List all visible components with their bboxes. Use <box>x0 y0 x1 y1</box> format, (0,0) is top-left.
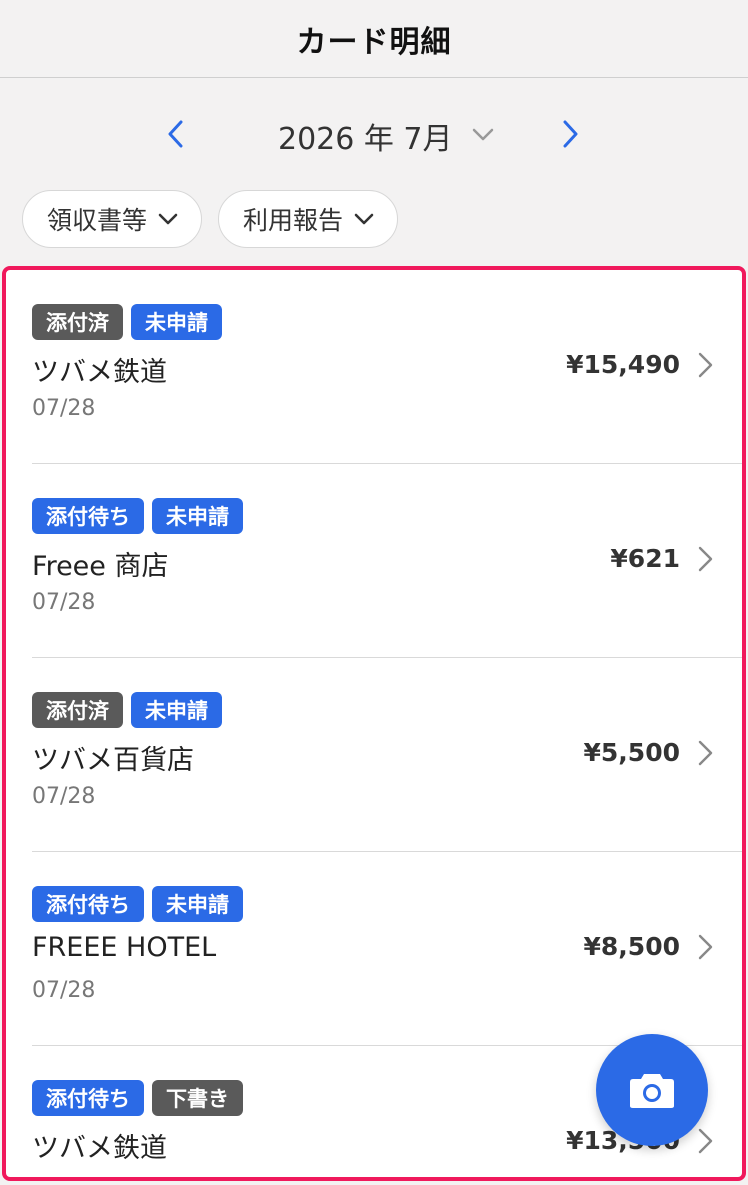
chevron-right-icon <box>698 934 713 960</box>
status-badges: 添付済 未申請 <box>32 304 222 340</box>
transaction-date: 07/28 <box>32 784 96 809</box>
status-badge: 未申請 <box>152 886 243 922</box>
chevron-right-icon <box>698 546 713 572</box>
transaction-row[interactable]: 添付待ち 未申請 FREEE HOTEL 07/28 ¥8,500 <box>6 852 742 1046</box>
transaction-amount: ¥621 <box>610 544 680 573</box>
transaction-row[interactable]: 添付待ち 未申請 Freee 商店 07/28 ¥621 <box>6 464 742 658</box>
chevron-down-icon <box>158 213 178 225</box>
chevron-down-icon[interactable] <box>470 122 496 148</box>
status-badges: 添付済 未申請 <box>32 692 222 728</box>
transaction-row[interactable]: 添付済 未申請 ツバメ百貨店 07/28 ¥5,500 <box>6 658 742 852</box>
status-badge: 添付済 <box>32 692 123 728</box>
status-badge: 未申請 <box>131 692 222 728</box>
chevron-right-icon <box>563 120 578 148</box>
filter-label: 利用報告 <box>243 206 344 235</box>
chevron-right-icon <box>698 740 713 766</box>
status-badge: 下書き <box>152 1080 243 1116</box>
page-title: カード明細 <box>296 24 452 60</box>
transaction-amount: ¥15,490 <box>566 350 680 379</box>
filter-receipts[interactable]: 領収書等 <box>22 190 203 248</box>
status-badge: 添付済 <box>32 304 123 340</box>
next-month-button[interactable] <box>552 116 588 152</box>
chevron-right-icon <box>698 1128 713 1154</box>
merchant-name: ツバメ鉄道 <box>32 357 167 388</box>
previous-month-button[interactable] <box>158 116 194 152</box>
status-badge: 添付待ち <box>32 886 144 922</box>
status-badge: 添付待ち <box>32 498 144 534</box>
status-badges: 添付待ち 未申請 <box>32 886 243 922</box>
camera-button[interactable] <box>596 1034 708 1146</box>
filter-usage-report[interactable]: 利用報告 <box>218 190 399 248</box>
status-badge: 添付待ち <box>32 1080 144 1116</box>
transaction-row[interactable]: 添付済 未申請 ツバメ鉄道 07/28 ¥15,490 <box>6 270 742 464</box>
status-badges: 添付待ち 未申請 <box>32 498 243 534</box>
merchant-name: ツバメ百貨店 <box>32 745 194 776</box>
filter-bar: 領収書等 利用報告 <box>22 190 399 250</box>
filter-label: 領収書等 <box>47 206 148 235</box>
merchant-name: ツバメ鉄道 <box>32 1133 167 1164</box>
status-badge: 未申請 <box>131 304 222 340</box>
month-navigator: 2026 年 7月 <box>0 104 748 164</box>
status-badges: 添付待ち 下書き <box>32 1080 243 1116</box>
transaction-date: 07/28 <box>32 396 96 421</box>
app-header: カード明細 <box>0 0 748 78</box>
chevron-down-icon <box>354 213 374 225</box>
status-badge: 未申請 <box>152 498 243 534</box>
transaction-date: 07/28 <box>32 978 96 1003</box>
month-label[interactable]: 2026 年 7月 <box>278 114 453 158</box>
chevron-left-icon <box>168 120 183 148</box>
transaction-date: 07/28 <box>32 590 96 615</box>
merchant-name: Freee 商店 <box>32 551 169 582</box>
chevron-right-icon <box>698 352 713 378</box>
merchant-name: FREEE HOTEL <box>32 932 217 963</box>
transaction-amount: ¥8,500 <box>583 932 680 961</box>
camera-icon <box>630 1074 674 1108</box>
transaction-amount: ¥5,500 <box>583 738 680 767</box>
